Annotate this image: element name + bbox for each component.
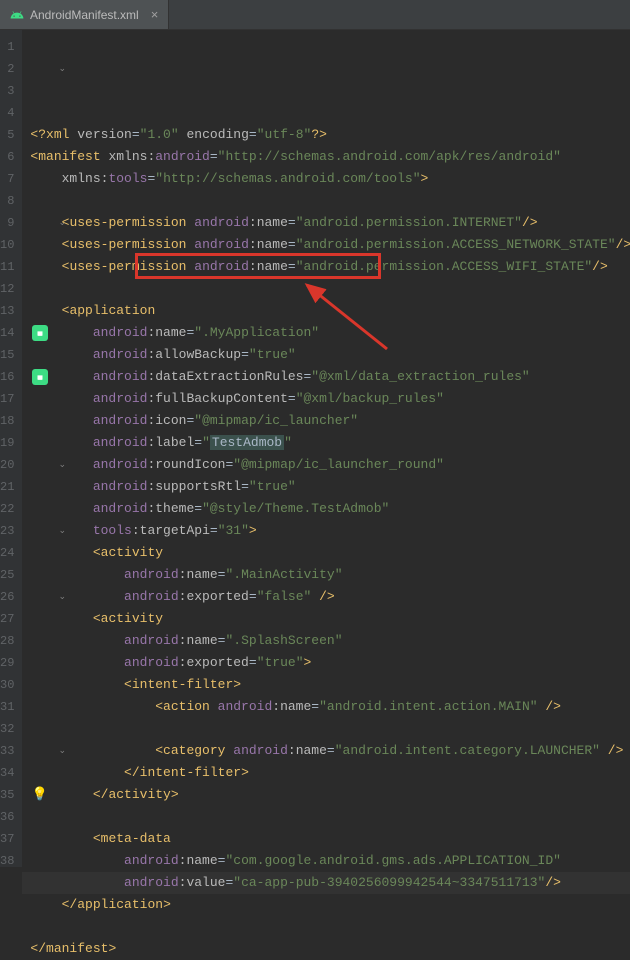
gutter-line: 24 xyxy=(0,542,14,564)
code-line[interactable]: tools:targetApi="31"> xyxy=(22,520,630,542)
gutter-line: 11 xyxy=(0,256,14,278)
code-line[interactable]: </intent-filter> xyxy=(22,762,630,784)
code-line[interactable]: android:dataExtractionRules="@xml/data_e… xyxy=(22,366,630,388)
code-line[interactable] xyxy=(22,718,630,740)
gutter-line: 37 xyxy=(0,828,14,850)
gutter-line: 22 xyxy=(0,498,14,520)
gutter-line: 30 xyxy=(0,674,14,696)
gutter-line: 5 xyxy=(0,124,14,146)
code-line[interactable]: <?xml version="1.0" encoding="utf-8"?> xyxy=(22,124,630,146)
code-line[interactable]: <application xyxy=(22,300,630,322)
gutter-line: 12 xyxy=(0,278,14,300)
code-line[interactable]: android:fullBackupContent="@xml/backup_r… xyxy=(22,388,630,410)
code-line[interactable]: <activity xyxy=(22,608,630,630)
gutter-line: 33⌄ xyxy=(0,740,14,762)
code-line[interactable]: <uses-permission android:name="android.p… xyxy=(22,234,630,256)
gutter-line: 26⌄ xyxy=(0,586,14,608)
code-line[interactable]: android:name=".MyApplication" xyxy=(22,322,630,344)
gutter-line: 14 xyxy=(0,322,14,344)
code-line[interactable]: android:name=".SplashScreen" xyxy=(22,630,630,652)
gutter-line: 17 xyxy=(0,388,14,410)
code-line[interactable]: </application> xyxy=(22,894,630,916)
code-line[interactable]: <action android:name="android.intent.act… xyxy=(22,696,630,718)
code-line[interactable]: android:name=".MainActivity" xyxy=(22,564,630,586)
code-line[interactable]: <uses-permission android:name="android.p… xyxy=(22,256,630,278)
code-line[interactable] xyxy=(22,916,630,938)
gutter-line: 10 xyxy=(0,234,14,256)
gutter-line: 38 xyxy=(0,850,14,872)
code-line[interactable]: <meta-data xyxy=(22,828,630,850)
file-tab[interactable]: AndroidManifest.xml × xyxy=(0,0,169,29)
gutter-line: 18 xyxy=(0,410,14,432)
tab-filename: AndroidManifest.xml xyxy=(30,8,139,22)
code-line[interactable]: android:name="com.google.android.gms.ads… xyxy=(22,850,630,872)
gutter-line: 28 xyxy=(0,630,14,652)
gutter-line: 6 xyxy=(0,146,14,168)
code-line[interactable]: </activity> xyxy=(22,784,630,806)
code-line[interactable]: android:exported="false" /> xyxy=(22,586,630,608)
gutter-line: 19 xyxy=(0,432,14,454)
code-line[interactable] xyxy=(22,190,630,212)
android-icon xyxy=(10,8,24,22)
code-line[interactable]: android:supportsRtl="true" xyxy=(22,476,630,498)
gutter-line: 1 xyxy=(0,36,14,58)
code-line[interactable]: <manifest xmlns:android="http://schemas.… xyxy=(22,146,630,168)
code-line[interactable]: xmlns:tools="http://schemas.android.com/… xyxy=(22,168,630,190)
code-line[interactable]: <category android:name="android.intent.c… xyxy=(22,740,630,762)
code-line[interactable]: <intent-filter> xyxy=(22,674,630,696)
gutter-line: 21 xyxy=(0,476,14,498)
gutter-line: 13 xyxy=(0,300,14,322)
gutter-line: 36 xyxy=(0,806,14,828)
code-line[interactable]: <uses-permission android:name="android.p… xyxy=(22,212,630,234)
close-tab-icon[interactable]: × xyxy=(151,7,159,22)
gutter-line: 27 xyxy=(0,608,14,630)
gutter-line: 31 xyxy=(0,696,14,718)
gutter-line: 23⌄ xyxy=(0,520,14,542)
code-line[interactable]: </manifest> xyxy=(22,938,630,960)
code-line[interactable] xyxy=(22,278,630,300)
gutter-line: 34 xyxy=(0,762,14,784)
gutter-line: 2⌄ xyxy=(0,58,14,80)
gutter-line: 32 xyxy=(0,718,14,740)
gutter-line: 4 xyxy=(0,102,14,124)
code-line[interactable]: android:allowBackup="true" xyxy=(22,344,630,366)
gutter-line: 35💡 xyxy=(0,784,14,806)
gutter-line: 7 xyxy=(0,168,14,190)
gutter-line: 29 xyxy=(0,652,14,674)
gutter-line: 8 xyxy=(0,190,14,212)
gutter: 12⌄3456789⌄1011121314151617181920⌄212223… xyxy=(0,30,22,867)
code-line[interactable]: <activity xyxy=(22,542,630,564)
tab-bar: AndroidManifest.xml × xyxy=(0,0,630,30)
gutter-line: 25 xyxy=(0,564,14,586)
code-line[interactable]: android:theme="@style/Theme.TestAdmob" xyxy=(22,498,630,520)
gutter-line: 3 xyxy=(0,80,14,102)
code-line[interactable]: android:value="ca-app-pub-39402560999425… xyxy=(22,872,630,894)
code-line[interactable]: android:exported="true"> xyxy=(22,652,630,674)
code-line[interactable]: android:icon="@mipmap/ic_launcher" xyxy=(22,410,630,432)
code-area[interactable]: <?xml version="1.0" encoding="utf-8"?><m… xyxy=(22,30,630,867)
gutter-line: 16 xyxy=(0,366,14,388)
code-line[interactable]: android:roundIcon="@mipmap/ic_launcher_r… xyxy=(22,454,630,476)
gutter-line: 15 xyxy=(0,344,14,366)
gutter-line: 9⌄ xyxy=(0,212,14,234)
code-line[interactable]: android:label="TestAdmob" xyxy=(22,432,630,454)
gutter-line: 20⌄ xyxy=(0,454,14,476)
code-line[interactable] xyxy=(22,806,630,828)
code-editor[interactable]: 12⌄3456789⌄1011121314151617181920⌄212223… xyxy=(0,30,630,867)
